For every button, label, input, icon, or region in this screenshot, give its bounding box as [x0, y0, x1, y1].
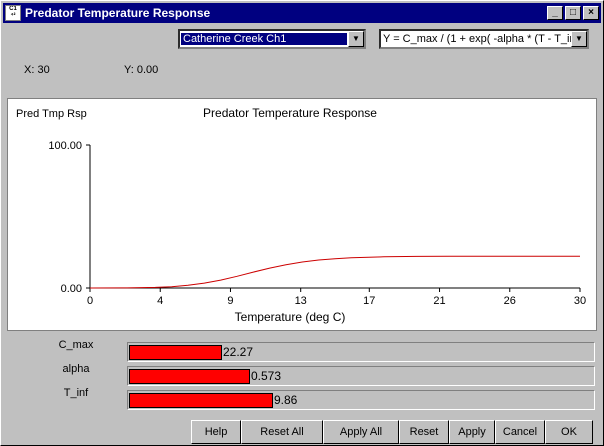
- param-fill[interactable]: [129, 369, 250, 384]
- ok-button[interactable]: OK: [545, 420, 593, 444]
- chevron-down-icon[interactable]: ▼: [571, 31, 587, 47]
- equation-select-value: Y = C_max / (1 + exp( -alpha * (T - T_in…: [383, 33, 571, 45]
- window-title: Predator Temperature Response: [25, 6, 211, 20]
- x-tick-label: 13: [295, 295, 307, 307]
- param-slider[interactable]: 0.573: [127, 366, 595, 386]
- reset-button[interactable]: Reset: [399, 420, 449, 444]
- dialog-window: C1 ⁴² Predator Temperature Response _ □ …: [0, 0, 604, 446]
- x-tick-label: 9: [227, 295, 233, 307]
- x-tick-label: 30: [574, 295, 586, 307]
- cancel-button[interactable]: Cancel: [495, 420, 545, 444]
- apply-button[interactable]: Apply: [449, 420, 495, 444]
- dataset-select[interactable]: Catherine Creek Ch1 ▼: [178, 29, 366, 49]
- x-tick-label: 4: [157, 295, 163, 307]
- param-fill[interactable]: [129, 393, 273, 408]
- y-tick-label: 100.00: [48, 140, 82, 152]
- param-fill[interactable]: [129, 345, 222, 360]
- param-slider[interactable]: 22.27: [127, 342, 595, 362]
- chart-panel[interactable]: Pred Tmp Rsp Predator Temperature Respon…: [7, 98, 597, 331]
- y-tick-label: 0.00: [61, 283, 82, 295]
- x-coordinate-readout: X: 30: [24, 64, 50, 76]
- x-tick-label: 0: [87, 295, 93, 307]
- temperature-response-chart[interactable]: Pred Tmp Rsp Predator Temperature Respon…: [8, 99, 596, 330]
- chart-y-label: Pred Tmp Rsp: [16, 108, 87, 120]
- app-icon: C1 ⁴²: [5, 5, 21, 21]
- title-bar[interactable]: C1 ⁴² Predator Temperature Response _ □ …: [3, 3, 601, 23]
- y-coordinate-readout: Y: 0.00: [124, 64, 159, 76]
- apply-all-button[interactable]: Apply All: [323, 420, 399, 444]
- param-label: C_max: [58, 339, 94, 351]
- param-row-t-inf: T_inf 9.86: [1, 387, 604, 410]
- x-tick-label: 21: [433, 295, 445, 307]
- chevron-down-icon[interactable]: ▼: [348, 31, 364, 47]
- x-axis-label: Temperature (deg C): [235, 310, 346, 324]
- response-curve-line: [89, 255, 580, 289]
- button-row: Help Reset All Apply All Reset Apply Can…: [191, 420, 593, 444]
- reset-all-button[interactable]: Reset All: [241, 420, 323, 444]
- dataset-select-value: Catherine Creek Ch1: [181, 33, 347, 45]
- x-tick-label: 26: [504, 295, 516, 307]
- x-tick-label: 17: [363, 295, 375, 307]
- param-value: 9.86: [274, 393, 298, 407]
- param-slider[interactable]: 9.86: [127, 390, 595, 410]
- chart-title: Predator Temperature Response: [203, 106, 377, 120]
- param-label: T_inf: [63, 387, 89, 399]
- help-button[interactable]: Help: [191, 420, 241, 444]
- param-value: 22.27: [223, 345, 254, 359]
- param-value: 0.573: [251, 369, 282, 383]
- minimize-icon[interactable]: _: [547, 6, 563, 20]
- param-row-alpha: alpha 0.573: [1, 363, 604, 386]
- param-label: alpha: [62, 363, 90, 375]
- close-icon[interactable]: ×: [583, 6, 599, 20]
- param-row-c-max: C_max 22.27: [1, 339, 604, 362]
- equation-select[interactable]: Y = C_max / (1 + exp( -alpha * (T - T_in…: [379, 29, 589, 49]
- maximize-icon[interactable]: □: [565, 6, 581, 20]
